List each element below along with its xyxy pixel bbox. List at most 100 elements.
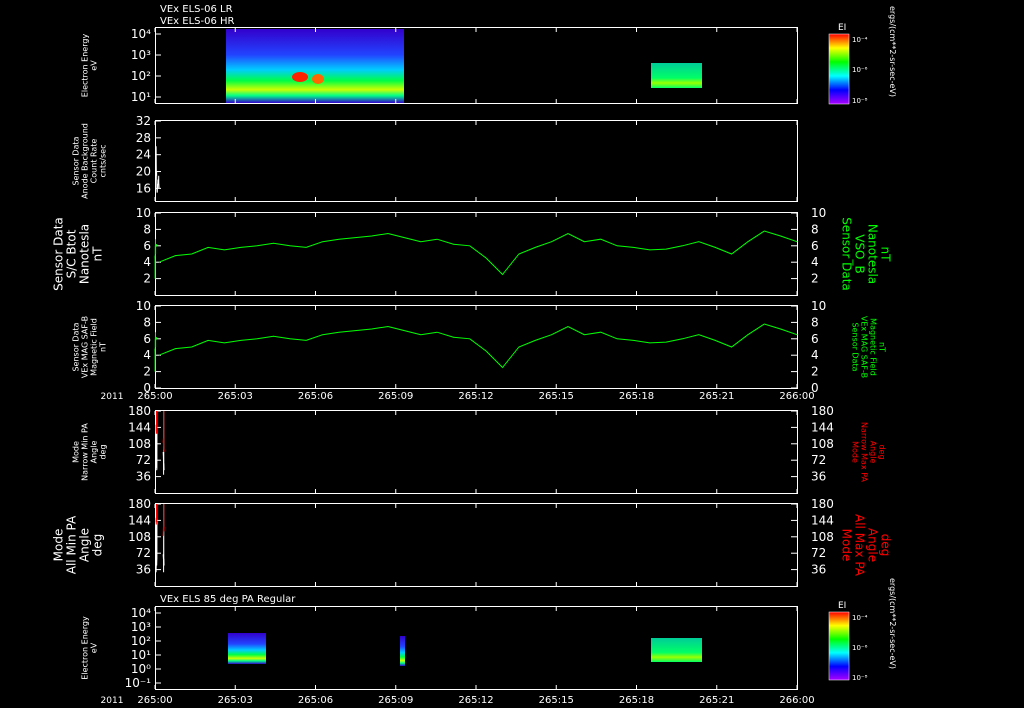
x-tick-label: 265:12 [458,391,493,402]
series-line-trace [155,146,160,193]
x-tick-label: 265:21 [699,695,734,706]
spectrogram-top-hotspot [312,74,324,84]
spectrogram-bottom-data [228,633,702,666]
y-tick-label: 10⁰ [131,662,151,676]
y-tick-label: 4 [143,348,151,362]
y-tick-label: 10² [131,69,151,83]
header-line-1: VEx ELS-06 LR [160,4,233,15]
frame-mag-safb [155,305,798,389]
x-year-label: 2011 [101,392,124,402]
y-axis-label-right: Sensor Data [851,322,860,371]
colorbar-bottom: EI 10⁻⁴ 10⁻⁶ 10⁻⁸ ergs/(cm**2-sr-sec-eV) [828,578,897,682]
y-tick-label: 10⁴ [131,27,151,41]
y-tick-label: 108 [128,437,151,451]
y-tick-label-right: 2 [811,365,819,379]
y-tick-label: 32 [136,114,151,128]
x-tick-label: 265:18 [619,695,654,706]
y-tick-label: 10³ [131,48,151,62]
y-tick-label-right: 180 [811,404,834,418]
x-tick-label: 265:12 [458,695,493,706]
y-tick-label: 10⁻¹ [125,676,152,690]
series-line-trace [158,323,798,369]
frame-background-counts [155,120,798,202]
y-tick-label-right: 10 [811,206,826,220]
spectrogram-bottom-block-2 [400,636,405,666]
y-tick-label: 72 [136,453,151,467]
panel-frames [155,27,798,690]
y-tick-label: 4 [143,255,151,269]
y-axis-label: Sensor Data [52,217,66,291]
header-line-2: VEx ELS-06 HR [160,16,235,27]
x-tick-label: 265:00 [137,695,172,706]
y-tick-label-right: 0 [811,381,819,395]
y-axis-label: Narrow Min PA [81,423,90,481]
y-axis-label-right: deg [879,534,893,557]
y-axis-label-right: Angle [866,528,880,562]
x-tick-label: 266:00 [779,695,814,706]
y-axis-label: deg [99,444,108,459]
colorbar-top-gradient [828,33,850,105]
y-axis-label-right: Nanotesla [866,224,880,284]
y-tick-label-right: 108 [811,437,834,451]
y-tick-label: 0 [143,381,151,395]
y-axis-label: Anode Background [81,123,90,199]
y-axis-label: VEx MAG SAF-B [81,316,90,378]
y-tick-label: 16 [136,181,151,195]
x-tick-label: 265:03 [218,391,253,402]
y-tick-label: 36 [136,470,151,484]
plot-canvas: VEx ELS-06 LR VEx ELS-06 HR VEx ELS 85 d… [52,4,898,706]
y-tick-label-right: 72 [811,546,826,560]
spectrogram-bottom-block-1 [228,633,266,664]
y-axis-label-right: VSO_B [853,234,867,274]
y-tick-label: 144 [128,420,151,434]
y-axis-label: Electron Energy [81,616,90,680]
colorbar-bottom-label: 10⁻⁴ [852,614,868,622]
y-tick-label: 24 [136,148,151,162]
spectrogram-bottom-block-3 [651,638,702,662]
y-tick-label-right: 10 [811,299,826,313]
y-tick-label-right: 180 [811,497,834,511]
y-axis-label: Sensor Data [72,322,81,371]
colorbar-top-title: EI [838,23,846,33]
series-line-trace [158,230,798,276]
x-tick-label: 265:06 [298,695,333,706]
series-line-max-pa [162,410,165,453]
x-tick-label: 265:09 [378,391,413,402]
y-tick-label: 10¹ [131,90,151,104]
spectrogram-top-block-2 [651,63,702,88]
series-line-max-pa [155,503,158,525]
spectrogram-top-hotspot [292,72,308,82]
y-tick-label-right: 4 [811,255,819,269]
y-axis-label: Angle [78,528,92,562]
y-tick-label: 10³ [131,620,151,634]
y-axis-label: cnts/sec [99,145,108,178]
spectrogram-top-data [226,29,702,103]
y-axis-label-right: Mode [840,529,854,562]
colorbar-top-label: 10⁻⁶ [852,66,868,74]
y-axis-label: eV [90,60,99,71]
y-axis-label: deg [91,534,105,557]
x-tick-label: 265:03 [218,695,253,706]
y-axis-label-right: Angle [869,441,878,464]
colorbar-top-label: 10⁻⁸ [852,97,868,105]
colorbar-bottom-label: 10⁻⁸ [852,674,868,682]
y-tick-label: 2 [143,365,151,379]
y-axis-label: S/C Btot [65,229,79,278]
y-tick-label-right: 8 [811,315,819,329]
x-tick-label: 265:15 [539,695,574,706]
y-tick-label-right: 36 [811,563,826,577]
colorbar-top-unit: ergs/(cm**2-sr-sec-eV) [888,6,897,97]
y-axis-label: Angle [90,441,99,464]
y-tick-label: 10 [136,206,151,220]
y-axis-label: eV [90,642,99,653]
y-axis-label: Sensor Data [72,136,81,185]
y-tick-label-right: 36 [811,470,826,484]
y-tick-label: 10² [131,634,151,648]
colorbar-bottom-unit: ergs/(cm**2-sr-sec-eV) [888,578,897,669]
y-tick-label: 28 [136,131,151,145]
y-tick-label: 10⁴ [131,606,151,620]
y-axis-label: Electron Energy [81,34,90,98]
spectrogram-top-block-1 [226,29,404,103]
y-tick-label: 10¹ [131,648,151,662]
y-axis-label-right: Narrow Max PA [860,422,869,483]
